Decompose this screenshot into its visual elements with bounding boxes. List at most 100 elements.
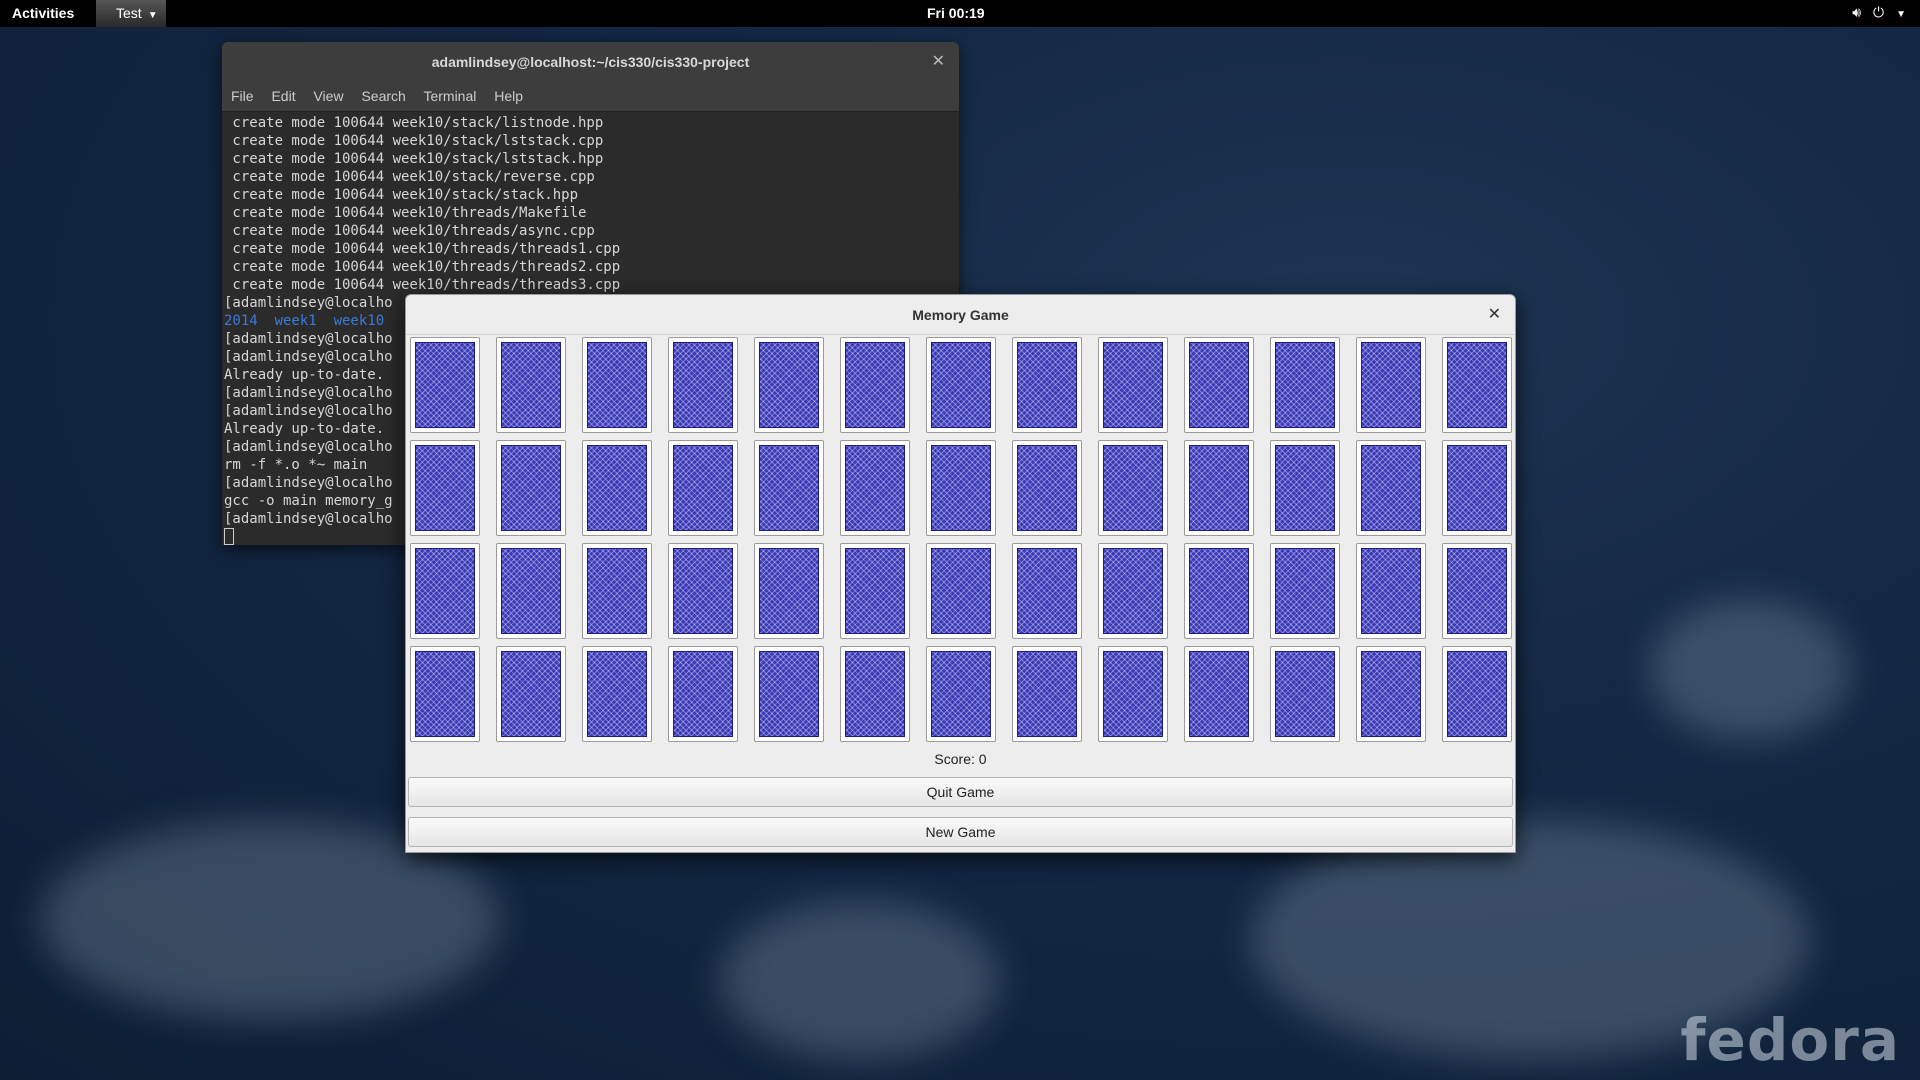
card-face-down[interactable] <box>1012 543 1082 639</box>
card-face-down[interactable] <box>840 543 910 639</box>
game-title: Memory Game <box>912 307 1009 323</box>
card-face-down[interactable] <box>496 337 566 433</box>
card-back-pattern <box>1189 651 1249 737</box>
card-face-down[interactable] <box>1098 440 1168 536</box>
card-face-down[interactable] <box>496 646 566 742</box>
terminal-title: adamlindsey@localhost:~/cis330/cis330-pr… <box>431 54 750 70</box>
card-face-down[interactable] <box>1356 543 1426 639</box>
card-back-pattern <box>1017 445 1077 531</box>
card-face-down[interactable] <box>1098 646 1168 742</box>
card-face-down[interactable] <box>1442 543 1512 639</box>
top-bar: Activities Test ▼ Fri 00:19 🔊︎ ⏻ ▼ <box>0 0 1920 27</box>
card-face-down[interactable] <box>1270 337 1340 433</box>
card-face-down[interactable] <box>926 646 996 742</box>
card-back-pattern <box>1447 445 1507 531</box>
new-game-button[interactable]: New Game <box>408 817 1513 847</box>
card-back-pattern <box>1017 651 1077 737</box>
card-face-down[interactable] <box>410 646 480 742</box>
card-back-pattern <box>501 548 561 634</box>
card-face-down[interactable] <box>582 543 652 639</box>
card-back-pattern <box>1275 342 1335 428</box>
card-face-down[interactable] <box>1270 543 1340 639</box>
card-face-down[interactable] <box>1098 543 1168 639</box>
terminal-titlebar[interactable]: adamlindsey@localhost:~/cis330/cis330-pr… <box>222 42 959 82</box>
card-back-pattern <box>587 342 647 428</box>
menu-search[interactable]: Search <box>361 88 405 104</box>
card-face-down[interactable] <box>582 646 652 742</box>
card-face-down[interactable] <box>410 543 480 639</box>
system-menu[interactable]: 🔊︎ ⏻ ▼ <box>1840 4 1906 21</box>
card-face-down[interactable] <box>1356 646 1426 742</box>
card-face-down[interactable] <box>840 337 910 433</box>
card-face-down[interactable] <box>840 440 910 536</box>
card-back-pattern <box>1103 651 1163 737</box>
card-back-pattern <box>587 548 647 634</box>
card-face-down[interactable] <box>496 440 566 536</box>
power-icon: ⏻ <box>1873 4 1885 20</box>
card-face-down[interactable] <box>1270 646 1340 742</box>
terminal-line: create mode 100644 week10/stack/stack.hp… <box>224 187 579 203</box>
card-face-down[interactable] <box>668 440 738 536</box>
card-face-down[interactable] <box>926 543 996 639</box>
card-face-down[interactable] <box>1356 337 1426 433</box>
card-face-down[interactable] <box>1356 440 1426 536</box>
terminal-line: create mode 100644 week10/threads/async.… <box>224 223 595 239</box>
card-face-down[interactable] <box>754 440 824 536</box>
menu-file[interactable]: File <box>231 88 254 104</box>
card-face-down[interactable] <box>840 646 910 742</box>
terminal-cursor <box>224 528 234 545</box>
card-back-pattern <box>1447 548 1507 634</box>
card-face-down[interactable] <box>754 337 824 433</box>
memory-game-window[interactable]: Memory Game ✕ Score: 0 Quit Game New Gam… <box>405 294 1516 853</box>
card-back-pattern <box>415 651 475 737</box>
activities-button[interactable]: Activities <box>12 5 74 21</box>
card-face-down[interactable] <box>668 646 738 742</box>
card-face-down[interactable] <box>926 337 996 433</box>
card-face-down[interactable] <box>582 440 652 536</box>
menu-view[interactable]: View <box>313 88 343 104</box>
card-face-down[interactable] <box>410 440 480 536</box>
card-back-pattern <box>1361 548 1421 634</box>
card-back-pattern <box>1275 548 1335 634</box>
terminal-line: create mode 100644 week10/stack/lststack… <box>224 133 604 149</box>
card-face-down[interactable] <box>1184 440 1254 536</box>
card-face-down[interactable] <box>410 337 480 433</box>
card-face-down[interactable] <box>1012 646 1082 742</box>
card-face-down[interactable] <box>1442 646 1512 742</box>
card-back-pattern <box>1103 342 1163 428</box>
game-titlebar[interactable]: Memory Game ✕ <box>406 295 1515 335</box>
card-face-down[interactable] <box>1184 646 1254 742</box>
card-face-down[interactable] <box>1442 337 1512 433</box>
card-face-down[interactable] <box>1184 543 1254 639</box>
terminal-line: create mode 100644 week10/stack/listnode… <box>224 115 604 131</box>
menu-terminal[interactable]: Terminal <box>423 88 476 104</box>
card-back-pattern <box>931 445 991 531</box>
card-face-down[interactable] <box>1442 440 1512 536</box>
card-face-down[interactable] <box>668 337 738 433</box>
quit-game-button[interactable]: Quit Game <box>408 777 1513 807</box>
card-back-pattern <box>1189 342 1249 428</box>
clock[interactable]: Fri 00:19 <box>927 5 985 21</box>
card-face-down[interactable] <box>754 646 824 742</box>
card-face-down[interactable] <box>1012 440 1082 536</box>
card-face-down[interactable] <box>1184 337 1254 433</box>
card-face-down[interactable] <box>1270 440 1340 536</box>
terminal-line: create mode 100644 week10/stack/reverse.… <box>224 169 595 185</box>
card-face-down[interactable] <box>668 543 738 639</box>
close-icon[interactable]: ✕ <box>1488 304 1501 324</box>
card-back-pattern <box>759 445 819 531</box>
card-face-down[interactable] <box>1012 337 1082 433</box>
card-face-down[interactable] <box>496 543 566 639</box>
card-face-down[interactable] <box>754 543 824 639</box>
card-back-pattern <box>931 342 991 428</box>
card-back-pattern <box>759 342 819 428</box>
card-back-pattern <box>1361 651 1421 737</box>
card-face-down[interactable] <box>926 440 996 536</box>
menu-help[interactable]: Help <box>494 88 523 104</box>
menu-edit[interactable]: Edit <box>271 88 295 104</box>
app-menu[interactable]: Test ▼ <box>96 0 166 27</box>
card-face-down[interactable] <box>582 337 652 433</box>
card-face-down[interactable] <box>1098 337 1168 433</box>
card-back-pattern <box>673 445 733 531</box>
close-icon[interactable]: ✕ <box>932 51 945 71</box>
